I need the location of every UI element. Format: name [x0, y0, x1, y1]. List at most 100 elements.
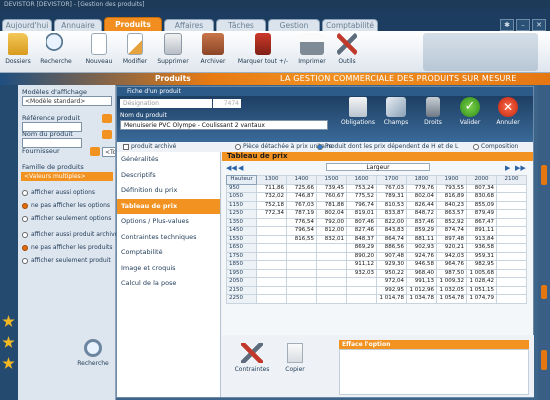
contraintes-button[interactable]: Contraintes — [232, 343, 272, 373]
price-cell[interactable]: 972,04 — [376, 277, 407, 287]
nouveau-button[interactable]: Nouveau — [82, 33, 116, 65]
price-cell[interactable]: 869,29 — [346, 243, 377, 253]
price-cell[interactable]: 1 005,68 — [466, 268, 497, 278]
price-cell[interactable]: 886,56 — [376, 243, 407, 253]
price-cell[interactable]: 772,34 — [256, 209, 287, 219]
price-cell[interactable]: 936,58 — [466, 243, 497, 253]
price-cell[interactable] — [316, 285, 347, 295]
tab-annuaire[interactable]: Annuaire — [54, 19, 102, 31]
close-icon[interactable]: ✕ — [532, 19, 546, 31]
price-cell[interactable] — [286, 285, 317, 295]
price-cell[interactable] — [496, 285, 527, 295]
prix-dependant-radio[interactable]: Produit dont les prix dépendent de H et … — [317, 143, 458, 150]
menu-comptabilite[interactable]: Comptabilité — [117, 245, 220, 261]
price-cell[interactable] — [256, 285, 287, 295]
modifier-button[interactable]: Modifier — [118, 33, 152, 65]
price-cell[interactable] — [496, 294, 527, 304]
price-cell[interactable] — [496, 268, 527, 278]
menu-descriptifs[interactable]: Descriptifs — [117, 168, 220, 184]
price-cell[interactable]: 959,31 — [466, 251, 497, 261]
price-cell[interactable]: 1 054,78 — [436, 294, 467, 304]
menu-contraintes[interactable]: Contraintes techniques — [117, 230, 220, 246]
next-page-icon[interactable]: ▶ — [505, 164, 510, 172]
copier-button[interactable]: Copier — [280, 343, 310, 373]
price-cell[interactable] — [316, 277, 347, 287]
price-cell[interactable]: 929,30 — [376, 260, 407, 270]
price-cell[interactable]: 725,66 — [286, 183, 317, 193]
price-cell[interactable]: 807,46 — [346, 217, 377, 227]
tab-taches[interactable]: Tâches — [216, 19, 266, 31]
radio-ne-pas-afficher-produits[interactable]: ne pas afficher les produits — [22, 244, 113, 251]
price-cell[interactable]: 874,74 — [436, 226, 467, 236]
price-cell[interactable] — [256, 260, 287, 270]
price-cell[interactable] — [496, 277, 527, 287]
outils-button[interactable]: Outils — [332, 33, 362, 65]
price-cell[interactable] — [256, 243, 287, 253]
price-cell[interactable]: 843,83 — [376, 226, 407, 236]
tab-affaires[interactable]: Affaires — [164, 19, 214, 31]
menu-calcul-pose[interactable]: Calcul de la pose — [117, 276, 220, 292]
price-cell[interactable] — [256, 294, 287, 304]
price-cell[interactable]: 837,46 — [406, 217, 437, 227]
price-cell[interactable]: 833,87 — [376, 209, 407, 219]
radio-ne-pas-afficher-options[interactable]: ne pas afficher les options — [22, 202, 110, 209]
price-cell[interactable] — [496, 200, 527, 210]
champs-button[interactable]: Champs — [381, 97, 411, 126]
menu-options[interactable]: Options / Plus-values — [117, 214, 220, 230]
price-cell[interactable]: 942,03 — [436, 251, 467, 261]
price-cell[interactable] — [286, 260, 317, 270]
supprimer-button[interactable]: Supprimer — [154, 33, 192, 65]
archive-checkbox[interactable]: produit archivé — [123, 143, 176, 150]
price-cell[interactable] — [286, 268, 317, 278]
radio-afficher-options[interactable]: afficher aussi options — [22, 189, 95, 196]
code-input[interactable]: Désignation — [120, 99, 212, 108]
price-cell[interactable]: 1 034,78 — [406, 294, 437, 304]
price-cell[interactable] — [496, 251, 527, 261]
price-cell[interactable]: 822,00 — [376, 217, 407, 227]
price-cell[interactable]: 864,74 — [376, 234, 407, 244]
price-cell[interactable] — [256, 217, 287, 227]
scroll-thumb[interactable] — [541, 285, 547, 299]
price-cell[interactable] — [496, 217, 527, 227]
price-cell[interactable]: 859,29 — [406, 226, 437, 236]
price-cell[interactable] — [346, 285, 377, 295]
price-cell[interactable] — [256, 277, 287, 287]
tab-aujourdhui[interactable]: Aujourd'hui — [2, 19, 52, 31]
radio-seulement-produit[interactable]: afficher seulement produit — [22, 257, 111, 264]
price-cell[interactable]: 946,58 — [406, 260, 437, 270]
tab-produits[interactable]: Produits — [104, 17, 162, 31]
price-cell[interactable]: 739,45 — [316, 183, 347, 193]
price-cell[interactable]: 848,72 — [406, 209, 437, 219]
marquer-tout-button[interactable]: Marquer tout +/- — [234, 33, 292, 65]
product-name-input[interactable]: Menuiserie PVC Olympe - Coulissant 2 van… — [120, 120, 328, 130]
nom-filter-button[interactable] — [102, 130, 112, 139]
valider-button[interactable]: ✓ Valider — [455, 97, 485, 126]
price-cell[interactable]: 881,11 — [406, 234, 437, 244]
price-cell[interactable]: 830,68 — [466, 192, 497, 202]
price-cell[interactable] — [286, 294, 317, 304]
price-cell[interactable]: 902,93 — [406, 243, 437, 253]
price-cell[interactable]: 867,47 — [466, 217, 497, 227]
price-cell[interactable] — [316, 260, 347, 270]
price-cell[interactable] — [256, 251, 287, 261]
reference-filter-button[interactable] — [102, 114, 112, 123]
prev-page-icon[interactable]: ◀ — [238, 164, 243, 172]
price-cell[interactable] — [496, 209, 527, 219]
price-cell[interactable] — [496, 234, 527, 244]
price-cell[interactable]: 753,24 — [346, 183, 377, 193]
price-cell[interactable] — [316, 243, 347, 253]
archiver-button[interactable]: Archiver — [195, 33, 231, 65]
price-cell[interactable] — [496, 226, 527, 236]
price-cell[interactable]: 879,49 — [466, 209, 497, 219]
last-page-icon[interactable]: ▶▶ — [515, 164, 526, 172]
price-cell[interactable]: 775,52 — [346, 192, 377, 202]
price-cell[interactable]: 732,02 — [256, 192, 287, 202]
tab-comptabilite[interactable]: Comptabilité — [322, 19, 378, 31]
fournisseur-select[interactable]: <To — [102, 147, 116, 157]
price-cell[interactable] — [346, 277, 377, 287]
price-cell[interactable]: 1 012,96 — [406, 285, 437, 295]
price-cell[interactable]: 787,19 — [286, 209, 317, 219]
price-cell[interactable]: 968,40 — [406, 268, 437, 278]
price-cell[interactable]: 802,04 — [406, 192, 437, 202]
price-cell[interactable]: 792,00 — [316, 217, 347, 227]
